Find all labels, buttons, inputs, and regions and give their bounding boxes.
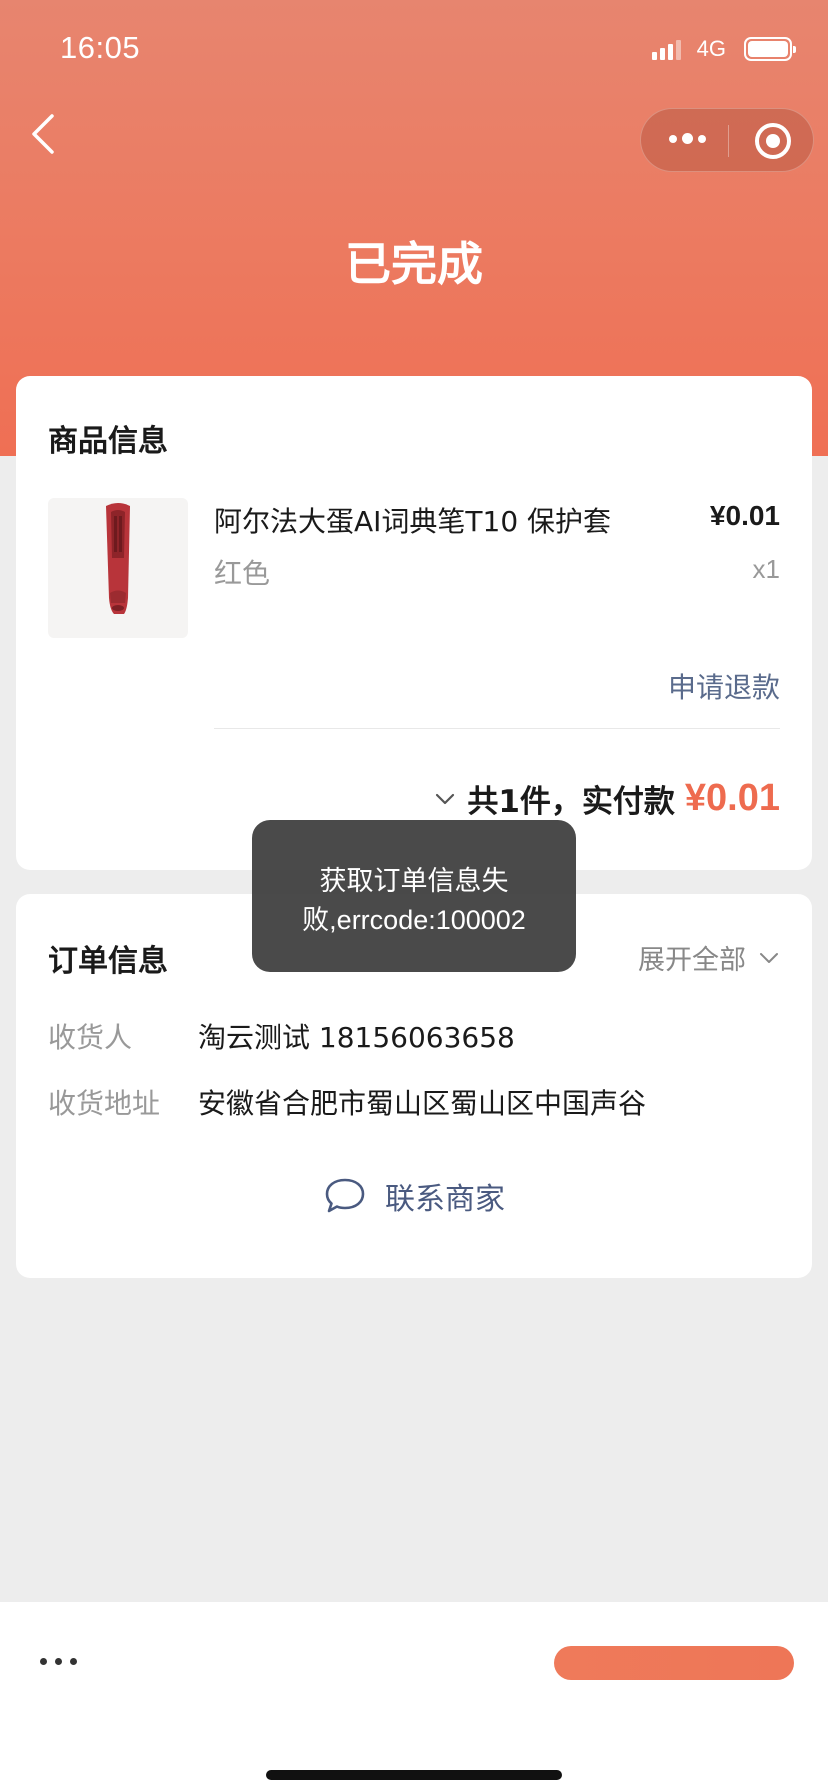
battery-icon	[744, 37, 796, 61]
chat-bubble-icon	[325, 1178, 365, 1213]
status-time: 16:05	[60, 30, 141, 65]
network-type: 4G	[696, 36, 726, 61]
receiver-value: 淘云测试 18156063658	[198, 1021, 515, 1054]
contact-merchant-button[interactable]: 联系商家	[16, 1174, 812, 1218]
product-section-title: 商品信息	[48, 424, 168, 459]
chevron-down-icon	[760, 952, 778, 963]
product-name: 阿尔法大蛋AI词典笔T10 保护套	[214, 505, 612, 538]
refund-button[interactable]: 申请退款	[668, 666, 780, 706]
home-indicator	[266, 1770, 562, 1780]
more-options-icon[interactable]	[669, 133, 706, 144]
product-spec: 红色	[214, 557, 271, 590]
bottom-action-bar	[0, 1602, 828, 1792]
address-label: 收货地址	[48, 1087, 161, 1120]
product-price: ¥0.01	[709, 500, 780, 531]
error-toast: 获取订单信息失 败,errcode:100002	[252, 820, 576, 972]
more-icon[interactable]	[40, 1658, 77, 1665]
pen-case-image	[106, 503, 130, 614]
order-section-title: 订单信息	[48, 944, 168, 979]
receiver-label: 收货人	[48, 1021, 133, 1054]
product-info-card: 商品信息 阿尔法大蛋AI词典笔T10 保护套 红色 ¥0.01 x1 申请退款 …	[16, 376, 812, 870]
page-title: 已完成	[345, 237, 483, 291]
chevron-down-icon[interactable]	[433, 787, 457, 811]
chevron-left-icon	[32, 114, 54, 154]
mini-program-capsule	[640, 108, 814, 172]
status-indicators: 4G	[651, 36, 796, 62]
primary-action-button[interactable]	[554, 1646, 794, 1680]
expand-all-button[interactable]: 展开全部	[638, 938, 780, 977]
product-quantity: x1	[752, 554, 780, 584]
close-target-icon[interactable]	[755, 123, 791, 159]
toast-line-2: 败,errcode:100002	[302, 905, 526, 935]
signal-icon	[651, 38, 681, 60]
contact-merchant-label: 联系商家	[385, 1182, 505, 1217]
capsule-divider	[728, 125, 729, 157]
address-value: 安徽省合肥市蜀山区蜀山区中国声谷	[198, 1087, 647, 1120]
total-row: 共1件，实付款 ¥0.01	[433, 776, 780, 821]
toast-line-1: 获取订单信息失	[319, 866, 509, 897]
total-amount: ¥0.01	[684, 777, 780, 819]
expand-all-label: 展开全部	[638, 945, 746, 976]
product-thumbnail[interactable]	[48, 498, 188, 638]
total-label: 共1件，实付款	[467, 784, 675, 820]
back-button[interactable]	[28, 112, 68, 158]
divider	[214, 728, 780, 729]
